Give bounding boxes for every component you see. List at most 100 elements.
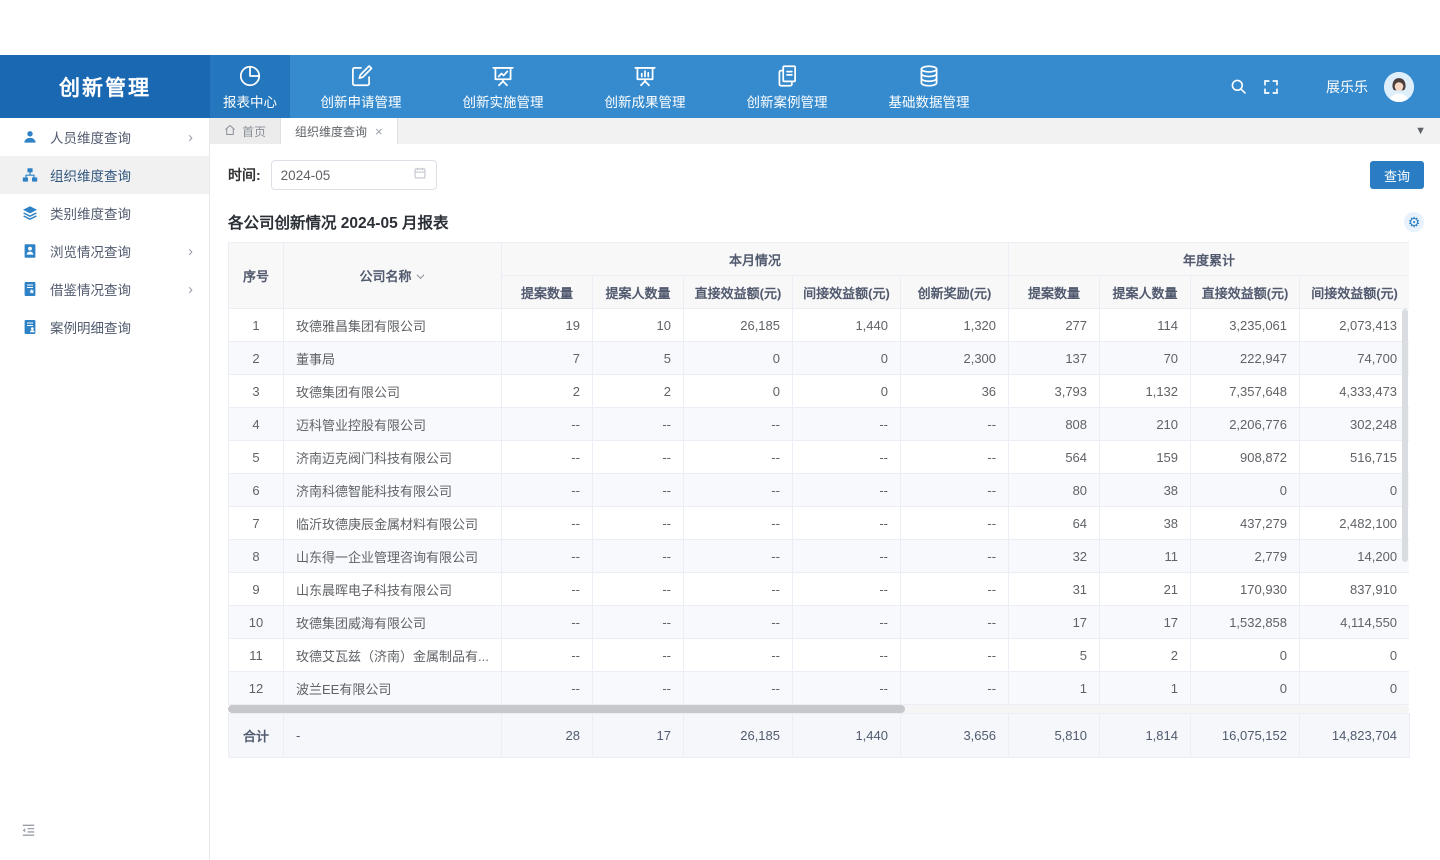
collapse-sidebar-icon[interactable] bbox=[20, 822, 37, 844]
cell-value: -- bbox=[684, 408, 793, 441]
horizontal-scrollbar-thumb[interactable] bbox=[228, 705, 905, 713]
cell-value: 516,715 bbox=[1300, 441, 1409, 474]
title-row: 各公司创新情况 2024-05 月报表 ⚙ bbox=[228, 211, 1424, 233]
cell-no: 3 bbox=[229, 375, 284, 408]
col-no: 序号 bbox=[229, 243, 284, 309]
content: 时间: 2024-05 查询 各公司创新情况 2024-05 月报表 ⚙ 序号公… bbox=[210, 144, 1440, 860]
tabs: 首页组织维度查询× bbox=[210, 118, 398, 144]
tab[interactable]: 组织维度查询× bbox=[281, 118, 398, 144]
cell-value: 564 bbox=[1009, 441, 1100, 474]
table-row: 8山东得一企业管理咨询有限公司----------32112,77914,200 bbox=[229, 540, 1410, 573]
cell-value: -- bbox=[901, 507, 1009, 540]
settings-gear-icon[interactable]: ⚙ bbox=[1404, 212, 1424, 232]
cell-value: 11 bbox=[1100, 540, 1191, 573]
cell-value: -- bbox=[593, 441, 684, 474]
cell-no: 4 bbox=[229, 408, 284, 441]
doc-person-icon bbox=[22, 319, 38, 335]
sidebar-item[interactable]: 借鉴情况查询› bbox=[0, 270, 209, 308]
total-value: 1,440 bbox=[793, 714, 901, 758]
chevron-right-icon: › bbox=[188, 130, 193, 145]
doc-star-icon bbox=[22, 281, 38, 297]
cell-value: 1,532,858 bbox=[1191, 606, 1300, 639]
sidebar-item-label: 借鉴情况查询 bbox=[50, 279, 131, 299]
nav-item-label: 创新案例管理 bbox=[747, 91, 828, 111]
vertical-scrollbar-thumb[interactable] bbox=[1402, 309, 1408, 562]
cell-value: 2,482,100 bbox=[1300, 507, 1409, 540]
total-company: - bbox=[284, 714, 502, 758]
col-sub: 提案人数量 bbox=[1100, 276, 1191, 309]
cell-value: -- bbox=[901, 474, 1009, 507]
sidebar-item[interactable]: 组织维度查询 bbox=[0, 156, 209, 194]
nav-item[interactable]: 创新成果管理 bbox=[574, 55, 716, 118]
horizontal-scrollbar[interactable] bbox=[228, 705, 1409, 713]
home-icon bbox=[224, 124, 236, 139]
nav-item-label: 创新申请管理 bbox=[321, 91, 402, 111]
nav-item[interactable]: 创新案例管理 bbox=[716, 55, 858, 118]
cell-value: -- bbox=[593, 672, 684, 705]
cell-value: 0 bbox=[684, 375, 793, 408]
cell-value: 0 bbox=[793, 342, 901, 375]
cell-value: -- bbox=[502, 540, 593, 573]
col-group: 年度累计 bbox=[1009, 243, 1409, 276]
vertical-scrollbar[interactable] bbox=[1402, 309, 1408, 704]
cell-value: 80 bbox=[1009, 474, 1100, 507]
cell-value: 3,793 bbox=[1009, 375, 1100, 408]
report-title: 各公司创新情况 2024-05 月报表 bbox=[228, 211, 449, 233]
cell-value: -- bbox=[793, 507, 901, 540]
header-right: 展乐乐 bbox=[1229, 55, 1440, 118]
cell-value: 2,206,776 bbox=[1191, 408, 1300, 441]
cell-value: -- bbox=[684, 606, 793, 639]
cell-value: 3,235,061 bbox=[1191, 309, 1300, 342]
cell-value: 0 bbox=[1191, 639, 1300, 672]
cell-value: -- bbox=[901, 639, 1009, 672]
cell-value: 4,333,473 bbox=[1300, 375, 1409, 408]
date-input[interactable]: 2024-05 bbox=[271, 160, 437, 190]
cell-value: -- bbox=[502, 474, 593, 507]
avatar[interactable] bbox=[1384, 72, 1414, 102]
cell-value: 170,930 bbox=[1191, 573, 1300, 606]
cell-value: -- bbox=[593, 540, 684, 573]
cell-value: -- bbox=[502, 441, 593, 474]
nav-item[interactable]: 基础数据管理 bbox=[858, 55, 1000, 118]
cell-value: 2 bbox=[502, 375, 593, 408]
total-value: 5,810 bbox=[1009, 714, 1100, 758]
tabs-dropdown-icon[interactable]: ▼ bbox=[1415, 125, 1440, 137]
nav-item[interactable]: 创新申请管理 bbox=[290, 55, 432, 118]
query-button[interactable]: 查询 bbox=[1370, 161, 1424, 189]
cell-value: 2 bbox=[593, 375, 684, 408]
col-company[interactable]: 公司名称 bbox=[284, 243, 502, 309]
cell-value: 837,910 bbox=[1300, 573, 1409, 606]
sidebar-item[interactable]: 类别维度查询 bbox=[0, 194, 209, 232]
nav-item[interactable]: 创新实施管理 bbox=[432, 55, 574, 118]
cell-company: 玫德集团有限公司 bbox=[284, 375, 502, 408]
fullscreen-icon[interactable] bbox=[1262, 78, 1280, 96]
cell-no: 6 bbox=[229, 474, 284, 507]
sidebar-item[interactable]: 人员维度查询› bbox=[0, 118, 209, 156]
sidebar-item-label: 组织维度查询 bbox=[50, 165, 131, 185]
nav-item-label: 创新实施管理 bbox=[463, 91, 544, 111]
sidebar-item[interactable]: 案例明细查询 bbox=[0, 308, 209, 346]
cell-value: 210 bbox=[1100, 408, 1191, 441]
sidebar-item[interactable]: 浏览情况查询› bbox=[0, 232, 209, 270]
cell-value: 19 bbox=[502, 309, 593, 342]
username[interactable]: 展乐乐 bbox=[1326, 77, 1368, 97]
sidebar-item-label: 案例明细查询 bbox=[50, 317, 131, 337]
cell-company: 波兰EE有限公司 bbox=[284, 672, 502, 705]
close-icon[interactable]: × bbox=[375, 124, 383, 139]
pie-chart-icon bbox=[237, 63, 263, 89]
report-table: 序号公司名称本月情况年度累计提案数量提案人数量直接效益额(元)间接效益额(元)创… bbox=[228, 242, 1409, 705]
date-value: 2024-05 bbox=[281, 168, 331, 183]
tab[interactable]: 首页 bbox=[210, 118, 281, 144]
cell-no: 2 bbox=[229, 342, 284, 375]
cell-value: -- bbox=[593, 507, 684, 540]
nav-item[interactable]: 报表中心 bbox=[210, 55, 290, 118]
col-sub: 直接效益额(元) bbox=[684, 276, 793, 309]
cell-no: 5 bbox=[229, 441, 284, 474]
cell-value: 2 bbox=[1100, 639, 1191, 672]
col-group: 本月情况 bbox=[502, 243, 1009, 276]
cell-value: 0 bbox=[1191, 672, 1300, 705]
search-icon[interactable] bbox=[1229, 77, 1248, 96]
total-value: 1,814 bbox=[1100, 714, 1191, 758]
cell-value: 4,114,550 bbox=[1300, 606, 1409, 639]
total-value: 3,656 bbox=[901, 714, 1009, 758]
